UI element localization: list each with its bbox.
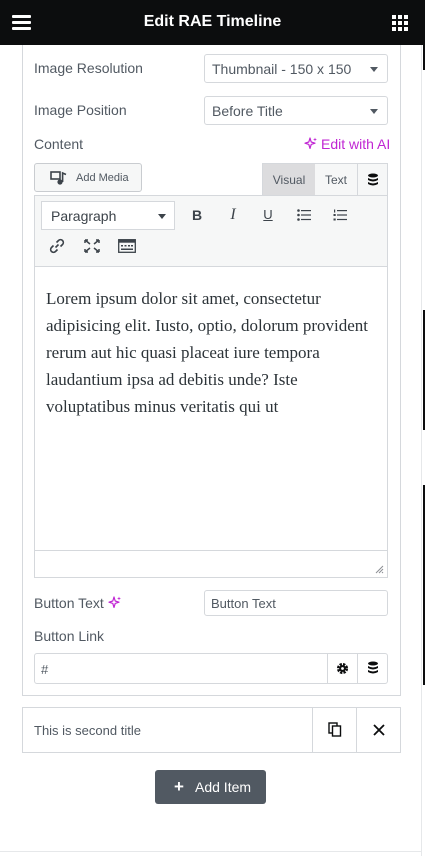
image-position-label: Image Position [34, 102, 127, 118]
dynamic-tags-button[interactable] [357, 164, 388, 195]
edit-with-ai-label: Edit with AI [321, 136, 391, 152]
button-link-value: # [41, 662, 49, 677]
fullscreen-icon [84, 239, 100, 253]
panel-title: Edit RAE Timeline [143, 13, 282, 30]
editor-toolbar: Paragraph B I U [35, 196, 387, 267]
link-options-button[interactable] [327, 654, 357, 683]
gear-icon [336, 662, 349, 675]
image-resolution-label: Image Resolution [34, 60, 143, 76]
link-icon [49, 238, 65, 254]
italic-button[interactable]: I [222, 204, 244, 226]
bold-button[interactable]: B [186, 204, 208, 226]
tab-visual[interactable]: Visual [263, 164, 315, 195]
button-text-placeholder: Button Text [211, 596, 276, 611]
chevron-down-icon [158, 214, 166, 219]
media-icon [50, 171, 67, 185]
repeater-item-title[interactable]: This is second title [34, 723, 141, 738]
bullet-list-button[interactable] [293, 204, 315, 226]
button-text-label: Button Text [34, 595, 104, 611]
wysiwyg-editor: Paragraph B I U Lorem ipsum dolor sit am… [34, 195, 388, 578]
add-item-button[interactable]: + Add Item [155, 770, 266, 804]
keyboard-icon [118, 239, 136, 253]
editor-tabs: Visual Text [262, 163, 388, 195]
toolbar-toggle-button[interactable] [116, 235, 138, 257]
chevron-down-icon [370, 109, 378, 114]
copy-icon [328, 722, 342, 737]
add-media-label: Add Media [76, 172, 129, 184]
database-icon [368, 661, 378, 674]
editor-header: Edit RAE Timeline [0, 0, 425, 45]
duplicate-item-button[interactable] [312, 708, 356, 752]
fullscreen-button[interactable] [81, 235, 103, 257]
add-item-label: Add Item [195, 779, 252, 795]
content-label: Content [34, 136, 84, 152]
chevron-down-icon [370, 67, 378, 72]
button-text-input[interactable]: Button Text [204, 590, 388, 616]
button-link-label: Button Link [34, 628, 105, 644]
repeater-item: This is second title [22, 707, 401, 753]
panel-edge [421, 45, 425, 856]
bullet-list-icon [297, 209, 311, 221]
resize-handle-icon[interactable] [375, 565, 384, 574]
remove-item-button[interactable] [356, 708, 400, 752]
image-resolution-select[interactable]: Thumbnail - 150 x 150 [204, 54, 388, 83]
format-select[interactable]: Paragraph [41, 201, 175, 230]
image-resolution-value: Thumbnail - 150 x 150 [212, 61, 352, 77]
underline-button[interactable]: U [257, 204, 279, 226]
database-icon [368, 173, 378, 186]
format-value: Paragraph [51, 208, 117, 224]
button-link-field[interactable]: # [34, 653, 388, 684]
divider [0, 851, 421, 852]
add-media-button[interactable]: Add Media [34, 163, 142, 192]
plus-icon: + [174, 777, 184, 796]
editor-statusbar [35, 550, 387, 577]
grid-icon[interactable] [392, 15, 408, 31]
image-position-select[interactable]: Before Title [204, 96, 388, 125]
close-icon [373, 724, 385, 736]
insert-link-button[interactable] [46, 235, 68, 257]
tab-text[interactable]: Text [315, 164, 357, 195]
sparkle-icon [304, 137, 317, 149]
editor-content[interactable]: Lorem ipsum dolor sit amet, consectetur … [46, 285, 381, 420]
numbered-list-button[interactable] [329, 204, 351, 226]
image-position-value: Before Title [212, 103, 283, 119]
sparkle-icon[interactable] [108, 596, 122, 610]
numbered-list-icon [333, 209, 347, 221]
dynamic-tags-button[interactable] [357, 654, 387, 683]
